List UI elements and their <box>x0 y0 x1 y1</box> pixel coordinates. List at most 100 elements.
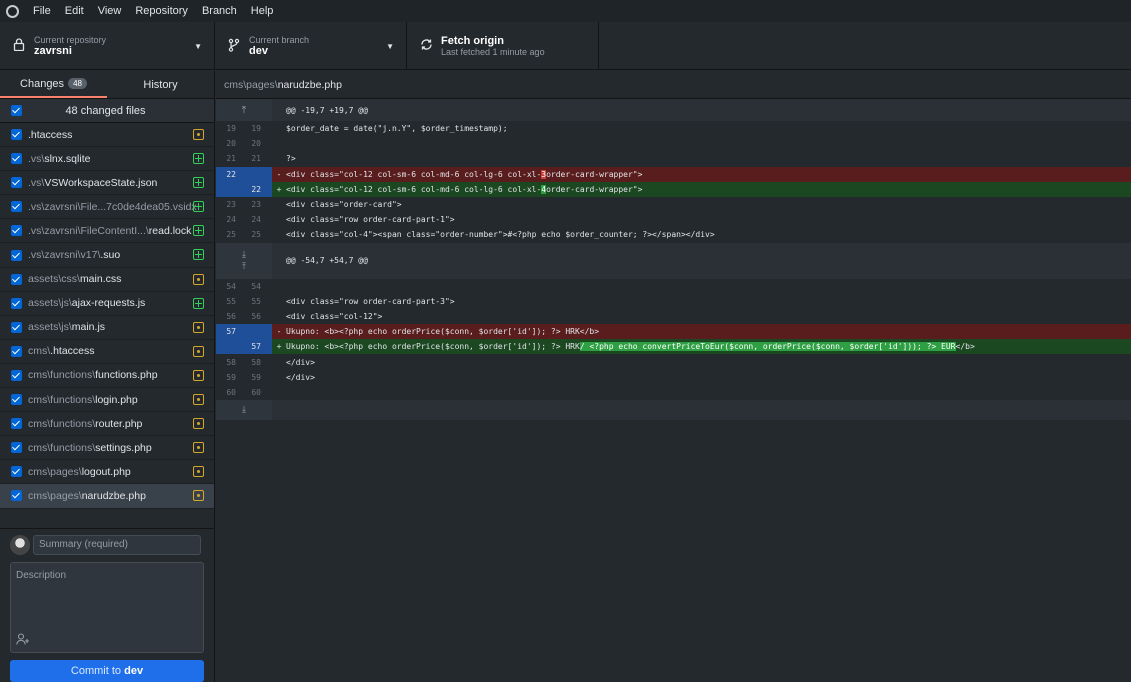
file-base: logout.php <box>81 465 131 478</box>
new-line-number: 24 <box>251 215 261 225</box>
modified-status-icon <box>193 418 204 430</box>
fetch-origin-button[interactable]: Fetch origin Last fetched 1 minute ago <box>407 22 599 70</box>
menu-edit[interactable]: Edit <box>65 5 84 17</box>
file-checkbox[interactable] <box>11 273 22 285</box>
old-line-number: 54 <box>226 281 236 291</box>
menu-repository[interactable]: Repository <box>135 5 188 17</box>
file-checkbox[interactable] <box>11 418 22 430</box>
list-item[interactable]: cms\pages\narudzbe.php <box>0 484 214 509</box>
file-checkbox[interactable] <box>11 225 22 237</box>
current-branch-button[interactable]: Current branch dev ▼ <box>215 22 407 70</box>
list-item[interactable]: assets\js\ajax-requests.js <box>0 292 214 316</box>
current-repository-button[interactable]: Current repository zavrsni ▼ <box>0 22 215 70</box>
commit-button[interactable]: Commit to dev <box>10 660 204 682</box>
code-text: $order_date = date("j.n.Y", $order_times… <box>286 124 508 134</box>
file-checkbox[interactable] <box>11 466 22 478</box>
line-numbers: 19 19 <box>216 121 272 136</box>
old-line-number: 22 <box>226 169 236 179</box>
file-checkbox[interactable] <box>11 345 22 357</box>
menu-file[interactable]: File <box>33 5 51 17</box>
file-name: .vs\zavrsni\File...7c0de4dea05.vsidx <box>28 201 198 213</box>
diff-path-dir: cms\pages\ <box>224 78 278 91</box>
code-text: </b> <box>955 342 975 352</box>
menu-help[interactable]: Help <box>251 5 274 17</box>
diff-line: 24 24 <div class="row order-card-part-1"> <box>216 212 1131 227</box>
repo-icon <box>10 38 28 54</box>
list-item[interactable]: cms\pages\postavke.php <box>0 509 214 510</box>
file-checkbox[interactable] <box>11 129 22 141</box>
list-item[interactable]: cms\functions\login.php <box>0 388 214 413</box>
list-item[interactable]: assets\js\main.js <box>0 316 214 340</box>
file-base: main.css <box>79 273 122 286</box>
line-numbers: 22 <box>216 181 272 197</box>
old-line-number: 24 <box>226 215 236 225</box>
file-name: assets\css\main.css <box>28 273 198 285</box>
diff-file-path: cms\pages\ narudzbe.php <box>216 71 1131 99</box>
file-checkbox[interactable] <box>11 297 22 309</box>
file-checkbox[interactable] <box>11 321 22 333</box>
branch-value: dev <box>249 45 268 57</box>
file-checkbox[interactable] <box>11 394 22 406</box>
file-checkbox[interactable] <box>11 177 22 189</box>
list-item[interactable]: .vs\VSWorkspaceState.json <box>0 171 214 196</box>
list-item[interactable]: .vs\zavrsni\File...7c0de4dea05.vsidx <box>0 195 214 220</box>
chevron-down-icon: ▼ <box>386 42 394 51</box>
add-coauthor-icon[interactable] <box>16 633 30 648</box>
list-item[interactable]: .htaccess <box>0 123 214 148</box>
file-dir: cms\ <box>28 345 51 358</box>
description-input[interactable]: Description <box>10 562 204 653</box>
file-checkbox[interactable] <box>11 249 22 261</box>
code-text: <div class="row order-card-part-3"> <box>286 296 455 306</box>
old-line-number: 59 <box>226 372 236 382</box>
line-numbers: 21 21 <box>216 151 272 166</box>
list-item[interactable]: .vs\zavrsni\FileContentI...\read.lock <box>0 219 214 244</box>
line-numbers: 58 58 <box>216 354 272 369</box>
list-item[interactable]: cms\functions\functions.php <box>0 364 214 389</box>
menu-branch[interactable]: Branch <box>202 5 237 17</box>
diff-line: 19 19 $order_date = date("j.n.Y", $order_… <box>216 121 1131 136</box>
file-checkbox[interactable] <box>11 153 22 165</box>
file-name: cms\pages\logout.php <box>28 466 198 478</box>
file-dir: .vs\ <box>28 176 45 189</box>
expand-up-icon[interactable]: ⤒ <box>216 99 272 121</box>
file-base: .suo <box>100 249 121 262</box>
code-text: order-card-wrapper"> <box>546 169 643 179</box>
file-dir: cms\functions\ <box>28 393 96 406</box>
repo-value: zavrsni <box>34 45 72 57</box>
file-checkbox[interactable] <box>11 369 22 381</box>
old-line-number: 23 <box>226 200 236 210</box>
file-base: .htaccess <box>50 345 95 358</box>
hunk-text: @@ -19,7 +19,7 @@ <box>286 105 368 115</box>
file-checkbox[interactable] <box>11 442 22 454</box>
code-text: Ukupno: <b><?php echo orderPrice($conn, … <box>286 342 580 352</box>
list-item[interactable]: assets\css\main.css <box>0 268 214 292</box>
file-checkbox[interactable] <box>11 201 22 213</box>
file-base: functions.php <box>95 369 158 382</box>
tab-changes[interactable]: Changes 48 <box>0 71 107 98</box>
line-numbers: 54 54 <box>216 279 272 294</box>
list-item[interactable]: cms\functions\settings.php <box>0 436 214 461</box>
modified-status-icon <box>193 442 204 454</box>
list-item[interactable]: .vs\zavrsni\v17\.suo <box>0 243 214 268</box>
changed-files-count: 48 changed files <box>65 104 146 117</box>
file-dir: .vs\zavrsni\FileContentI...\ <box>28 224 149 237</box>
new-line-number: 23 <box>251 200 261 210</box>
list-item[interactable]: .vs\slnx.sqlite <box>0 147 214 172</box>
modified-status-icon <box>193 394 204 406</box>
list-item[interactable]: cms\functions\router.php <box>0 412 214 437</box>
file-name: .vs\zavrsni\FileContentI...\read.lock <box>28 225 198 237</box>
expand-up-icon[interactable]: ⤒ <box>242 261 246 273</box>
menu-view[interactable]: View <box>98 5 122 17</box>
expand-down-icon[interactable]: ⤓ <box>242 249 246 261</box>
summary-input[interactable]: Summary (required) <box>33 535 201 555</box>
expand-down-icon[interactable]: ⤓ <box>216 400 272 420</box>
list-item[interactable]: cms\.htaccess <box>0 340 214 364</box>
select-all-checkbox[interactable] <box>11 105 22 116</box>
file-checkbox[interactable] <box>11 490 22 502</box>
list-item[interactable]: cms\pages\logout.php <box>0 460 214 485</box>
github-icon <box>6 4 19 18</box>
file-name: .htaccess <box>28 129 198 141</box>
tab-history[interactable]: History <box>107 71 214 98</box>
line-numbers: 59 59 <box>216 370 272 385</box>
expand-both-icon[interactable]: ⤓ ⤒ <box>216 242 272 279</box>
